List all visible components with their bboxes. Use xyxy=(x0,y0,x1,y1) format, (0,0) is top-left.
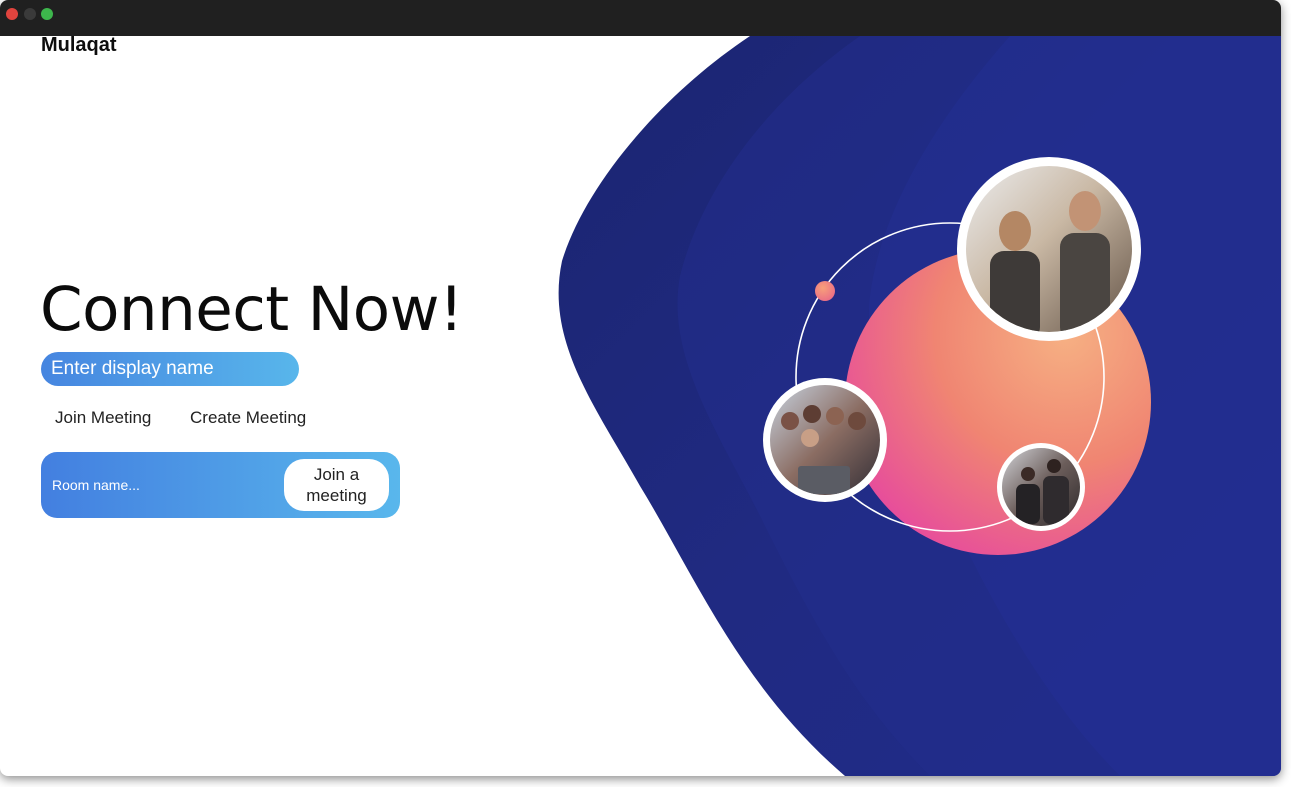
app-window: Mulaqat Connect Now! Join Meeting Create… xyxy=(0,0,1281,776)
display-name-input[interactable] xyxy=(41,352,299,386)
title-bar xyxy=(0,0,1281,36)
maximize-icon[interactable] xyxy=(41,8,53,20)
landing-page: Mulaqat Connect Now! Join Meeting Create… xyxy=(0,36,1281,776)
photo-friends-phones xyxy=(997,443,1085,531)
room-name-input[interactable] xyxy=(41,452,281,518)
close-icon[interactable] xyxy=(6,8,18,20)
tab-create-meeting[interactable]: Create Meeting xyxy=(190,408,306,428)
photo-friends-celebrating xyxy=(957,157,1141,341)
orbit-dot xyxy=(815,281,835,301)
hero-illustration xyxy=(558,36,1281,776)
minimize-icon[interactable] xyxy=(24,8,36,20)
tab-join-meeting[interactable]: Join Meeting xyxy=(55,408,151,428)
photo-group-laptop xyxy=(763,378,887,502)
page-title: Connect Now! xyxy=(40,274,463,345)
join-meeting-button[interactable]: Join a meeting xyxy=(284,459,389,511)
room-form: Join a meeting xyxy=(41,452,400,518)
brand-logo: Mulaqat xyxy=(41,36,117,56)
